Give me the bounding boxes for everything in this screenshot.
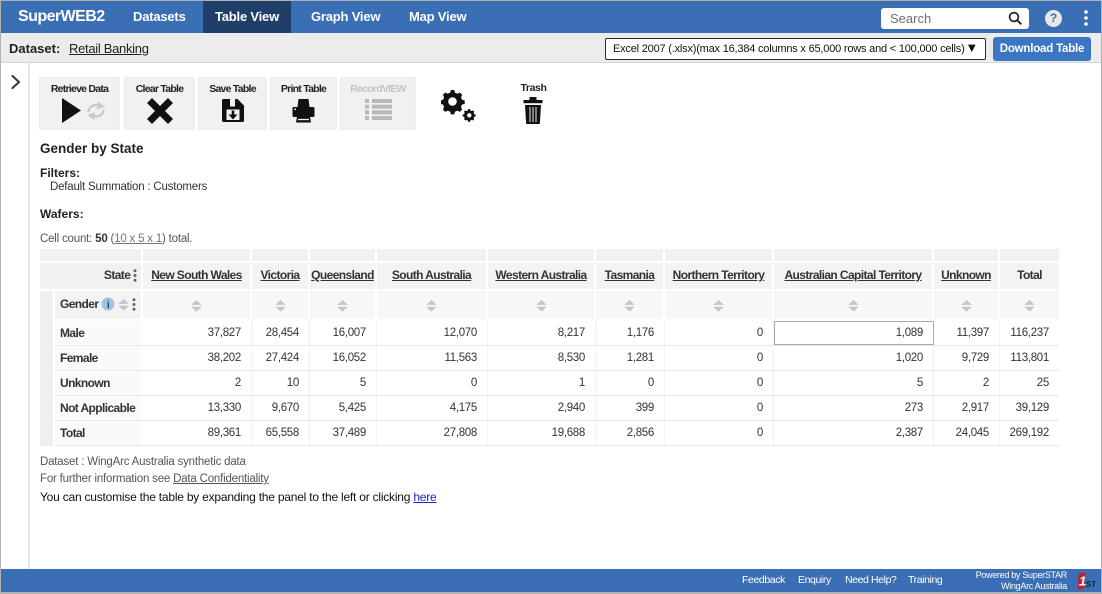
svg-text:ST: ST [1086, 579, 1096, 589]
